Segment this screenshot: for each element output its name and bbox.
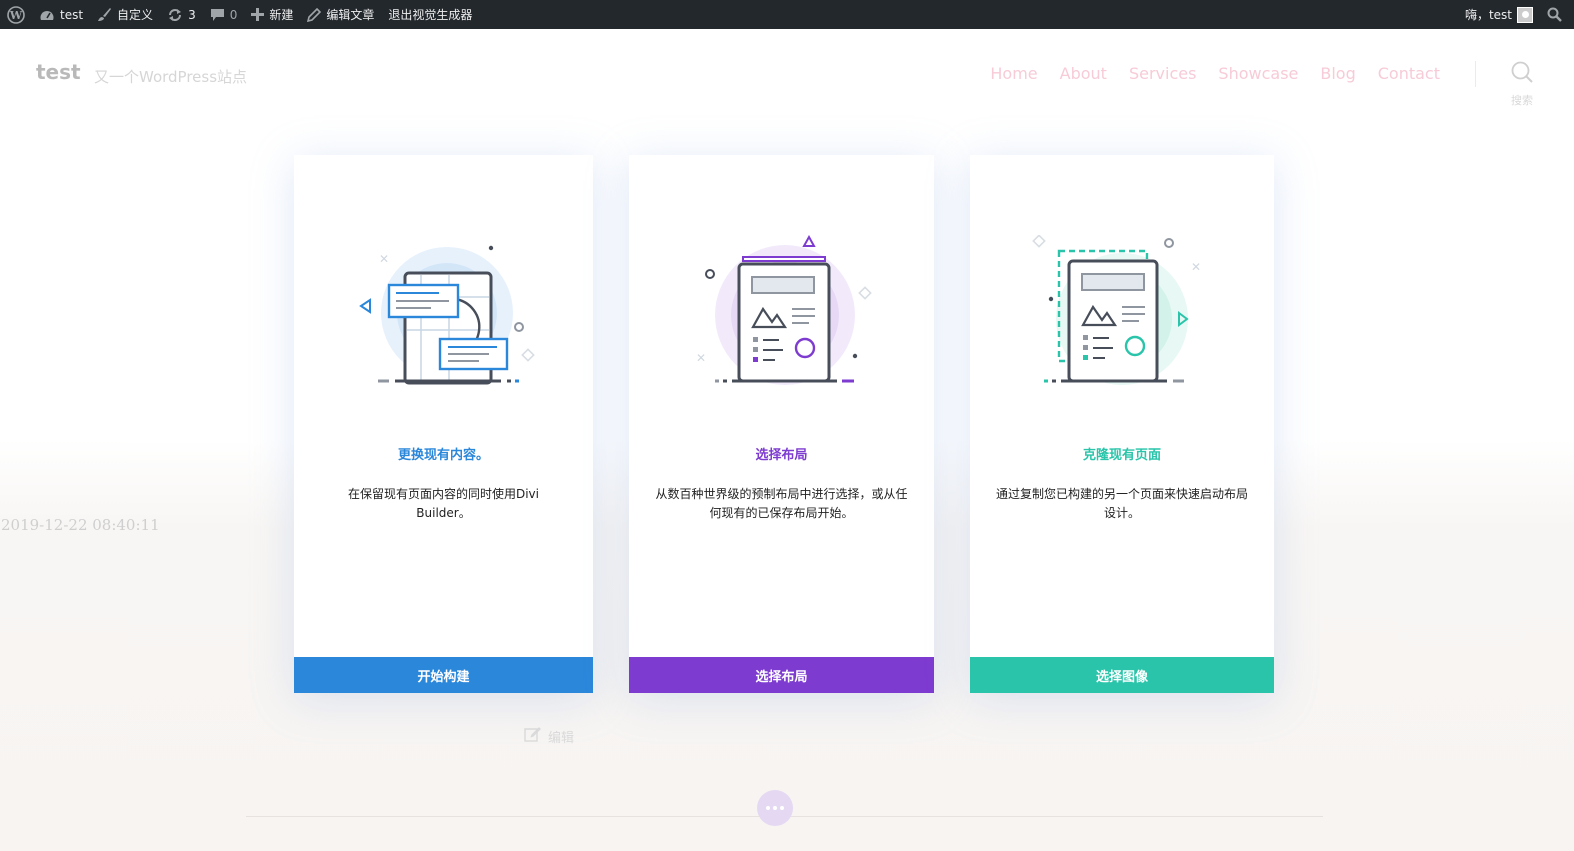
dashboard-icon — [39, 8, 55, 22]
card-description: 从数百种世界级的预制布局中进行选择，或从任何现有的已保存布局开始。 — [655, 487, 908, 520]
menu-item-showcase[interactable]: Showcase — [1218, 64, 1298, 83]
site-name-menu[interactable]: test — [32, 0, 90, 29]
edit-post-label: 编辑文章 — [326, 8, 375, 22]
edit-link[interactable]: 编辑 — [524, 726, 574, 747]
menu-divider — [1475, 61, 1476, 87]
plus-icon — [251, 8, 265, 21]
new-content-menu[interactable]: 新建 — [244, 0, 300, 29]
pencil-icon — [307, 7, 322, 22]
card-illustration-clone: ✕ — [970, 235, 1274, 385]
card-description: 在保留现有页面内容的同时使用Divi Builder。 — [347, 487, 539, 520]
search-icon — [1547, 7, 1562, 22]
menu-item-about[interactable]: About — [1060, 64, 1107, 83]
menu-item-blog[interactable]: Blog — [1320, 64, 1355, 83]
account-menu[interactable]: 嗨，test — [1458, 0, 1540, 29]
card-illustration-layout: ✕ — [629, 235, 934, 385]
edit-icon — [524, 726, 541, 747]
customize-label: 自定义 — [117, 8, 154, 22]
site-tagline: 又一个WordPress站点 — [94, 68, 248, 86]
admin-bar-right: 嗨，test — [1458, 0, 1574, 29]
svg-text:✕: ✕ — [696, 351, 706, 365]
site-header: test 又一个WordPress站点 Home About Services … — [0, 29, 1574, 129]
search-label: 搜索 — [1511, 94, 1533, 107]
wordpress-icon: W — [7, 5, 25, 24]
search-icon — [1510, 60, 1534, 88]
admin-search-button[interactable] — [1540, 0, 1574, 29]
updates-link[interactable]: 3 — [160, 0, 203, 29]
card-illustration-replace: ✕ — [294, 235, 593, 385]
card-choose-layout: ✕ 选择布局 从数百种世界级的预制布局中进行选择，或从任何现有的已保存布局开始。… — [629, 155, 934, 693]
brush-icon — [97, 7, 112, 22]
updates-count: 3 — [188, 7, 196, 22]
card-title: 克隆现有页面 — [1082, 448, 1161, 463]
site-title[interactable]: test — [36, 60, 81, 84]
card-clone-page: ✕ 克隆现有页面 通过复制您已构建的另一个页面来快速启动布局设计。 选择图像 — [970, 155, 1274, 693]
menu-item-services[interactable]: Services — [1129, 64, 1196, 83]
card-description: 通过复制您已构建的另一个页面来快速启动布局设计。 — [996, 487, 1249, 520]
new-label: 新建 — [269, 8, 294, 22]
choose-layout-button[interactable]: 选择布局 — [629, 657, 934, 693]
start-building-button[interactable]: 开始构建 — [294, 657, 593, 693]
avatar — [1517, 6, 1533, 23]
svg-text:✕: ✕ — [379, 252, 389, 266]
post-date: 2019-12-22 08:40:11 — [1, 516, 160, 534]
svg-text:✕: ✕ — [1191, 260, 1201, 274]
comments-icon — [210, 8, 225, 22]
card-title: 更换现有内容。 — [397, 448, 489, 463]
comments-count: 0 — [229, 7, 238, 22]
more-dots-icon[interactable] — [757, 790, 793, 826]
primary-menu: Home About Services Showcase Blog Contac… — [990, 64, 1440, 83]
customize-link[interactable]: 自定义 — [90, 0, 160, 29]
admin-bar-left: W test 自定义 3 0 新建 编辑文章 退出视觉生成器 — [0, 0, 479, 29]
svg-text:W: W — [9, 9, 23, 22]
site-name-label: test — [60, 7, 84, 22]
greeting-label: 嗨，test — [1464, 8, 1512, 22]
exit-visual-builder-link[interactable]: 退出视觉生成器 — [381, 0, 479, 29]
edit-label: 编辑 — [548, 731, 575, 746]
select-image-button[interactable]: 选择图像 — [970, 657, 1274, 693]
card-replace-content: ✕ 更换现有内容。 在保留现有页面内容的同时使用Divi Builder。 开始… — [294, 155, 593, 693]
card-title: 选择布局 — [755, 448, 808, 463]
site-search-toggle[interactable]: 搜索 — [1505, 60, 1539, 108]
updates-icon — [167, 8, 183, 22]
exit-builder-label: 退出视觉生成器 — [388, 8, 473, 22]
admin-bar: W test 自定义 3 0 新建 编辑文章 退出视觉生成器 嗨，test — [0, 0, 1574, 29]
menu-item-contact[interactable]: Contact — [1378, 64, 1440, 83]
comments-link[interactable]: 0 — [203, 0, 245, 29]
edit-post-link[interactable]: 编辑文章 — [300, 0, 381, 29]
wordpress-menu[interactable]: W — [0, 0, 32, 29]
menu-item-home[interactable]: Home — [990, 64, 1037, 83]
